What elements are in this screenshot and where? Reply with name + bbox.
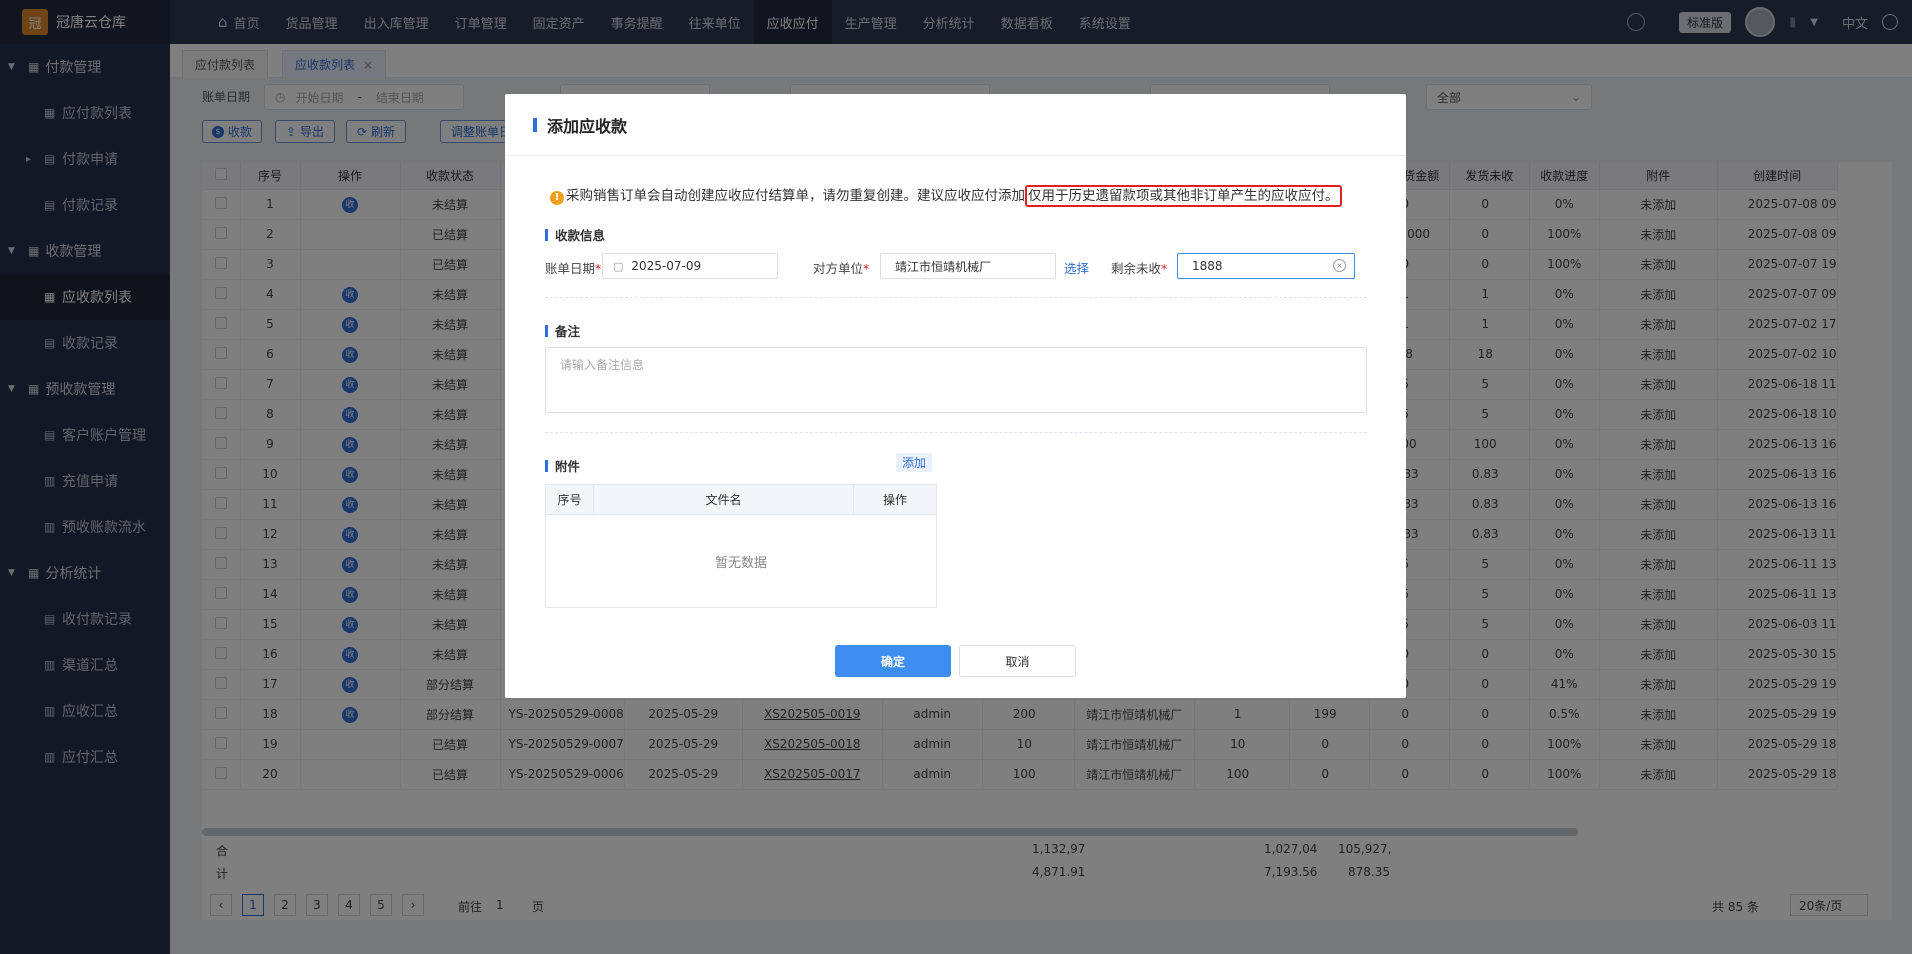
dialog-title: 添加应收款	[547, 116, 628, 136]
col-filename: 文件名	[594, 485, 854, 514]
attachments-table: 序号 文件名 操作 暂无数据	[545, 484, 937, 608]
notice-prefix: 采购销售订单会自动创建应收应付结算单，请勿重复创建。建议应收应付添加	[566, 188, 1025, 204]
dialog-header: 添加应收款	[505, 94, 1406, 156]
remaining-amount-field[interactable]: 1888 ×	[1177, 253, 1355, 279]
attachments-table-header: 序号 文件名 操作	[546, 485, 936, 515]
cancel-button[interactable]: 取消	[959, 645, 1076, 677]
notice-text: ! 采购销售订单会自动创建应收应付结算单，请勿重复创建。建议应收应付添加 仅用于历史…	[550, 184, 1342, 207]
remaining-label: 剩余未收*	[1111, 261, 1168, 276]
add-receivable-dialog: 添加应收款 ! 采购销售订单会自动创建应收应付结算单，请勿重复创建。建议应收应付添…	[505, 94, 1406, 698]
bill-date-label-text: 账单日期	[545, 261, 596, 276]
party-label-text: 对方单位	[813, 261, 864, 276]
party-value: 靖江市恒靖机械厂	[895, 259, 992, 274]
empty-state: 暂无数据	[714, 555, 767, 571]
remaining-label-text: 剩余未收	[1111, 261, 1162, 276]
warning-icon: !	[550, 191, 564, 205]
remaining-value: 1888	[1192, 259, 1223, 273]
section-title: 备注	[555, 324, 581, 339]
bill-date-value: 2025-07-09	[631, 259, 702, 273]
divider	[545, 297, 1367, 298]
party-label: 对方单位*	[813, 261, 870, 276]
bill-date-field[interactable]: ▢ 2025-07-09	[602, 253, 778, 279]
party-field[interactable]: 靖江市恒靖机械厂	[880, 253, 1056, 279]
notice-highlight: 仅用于历史遗留款项或其他非订单产生的应收应付。	[1025, 185, 1342, 207]
clear-icon[interactable]: ×	[1333, 259, 1346, 272]
col-actions: 操作	[882, 493, 907, 507]
section-attachments: 附件	[545, 456, 580, 475]
title-accent-bar	[533, 117, 537, 132]
select-party-link[interactable]: 选择	[1064, 258, 1089, 277]
bill-date-label: 账单日期*	[545, 261, 602, 276]
remark-placeholder: 请输入备注信息	[560, 358, 645, 372]
calendar-icon: ▢	[613, 259, 624, 273]
confirm-button[interactable]: 确定	[835, 645, 951, 677]
section-accent-bar	[545, 459, 548, 472]
section-accent-bar	[545, 324, 548, 337]
section-accent-bar	[545, 228, 548, 241]
section-remark: 备注	[545, 321, 580, 340]
section-collection-info: 收款信息	[545, 225, 605, 244]
section-title: 附件	[555, 459, 581, 474]
divider	[545, 432, 1367, 433]
section-title: 收款信息	[555, 228, 606, 243]
remark-textarea[interactable]: 请输入备注信息	[545, 347, 1367, 413]
col-index: 序号	[546, 485, 594, 514]
add-attachment-button[interactable]: 添加	[896, 453, 933, 472]
